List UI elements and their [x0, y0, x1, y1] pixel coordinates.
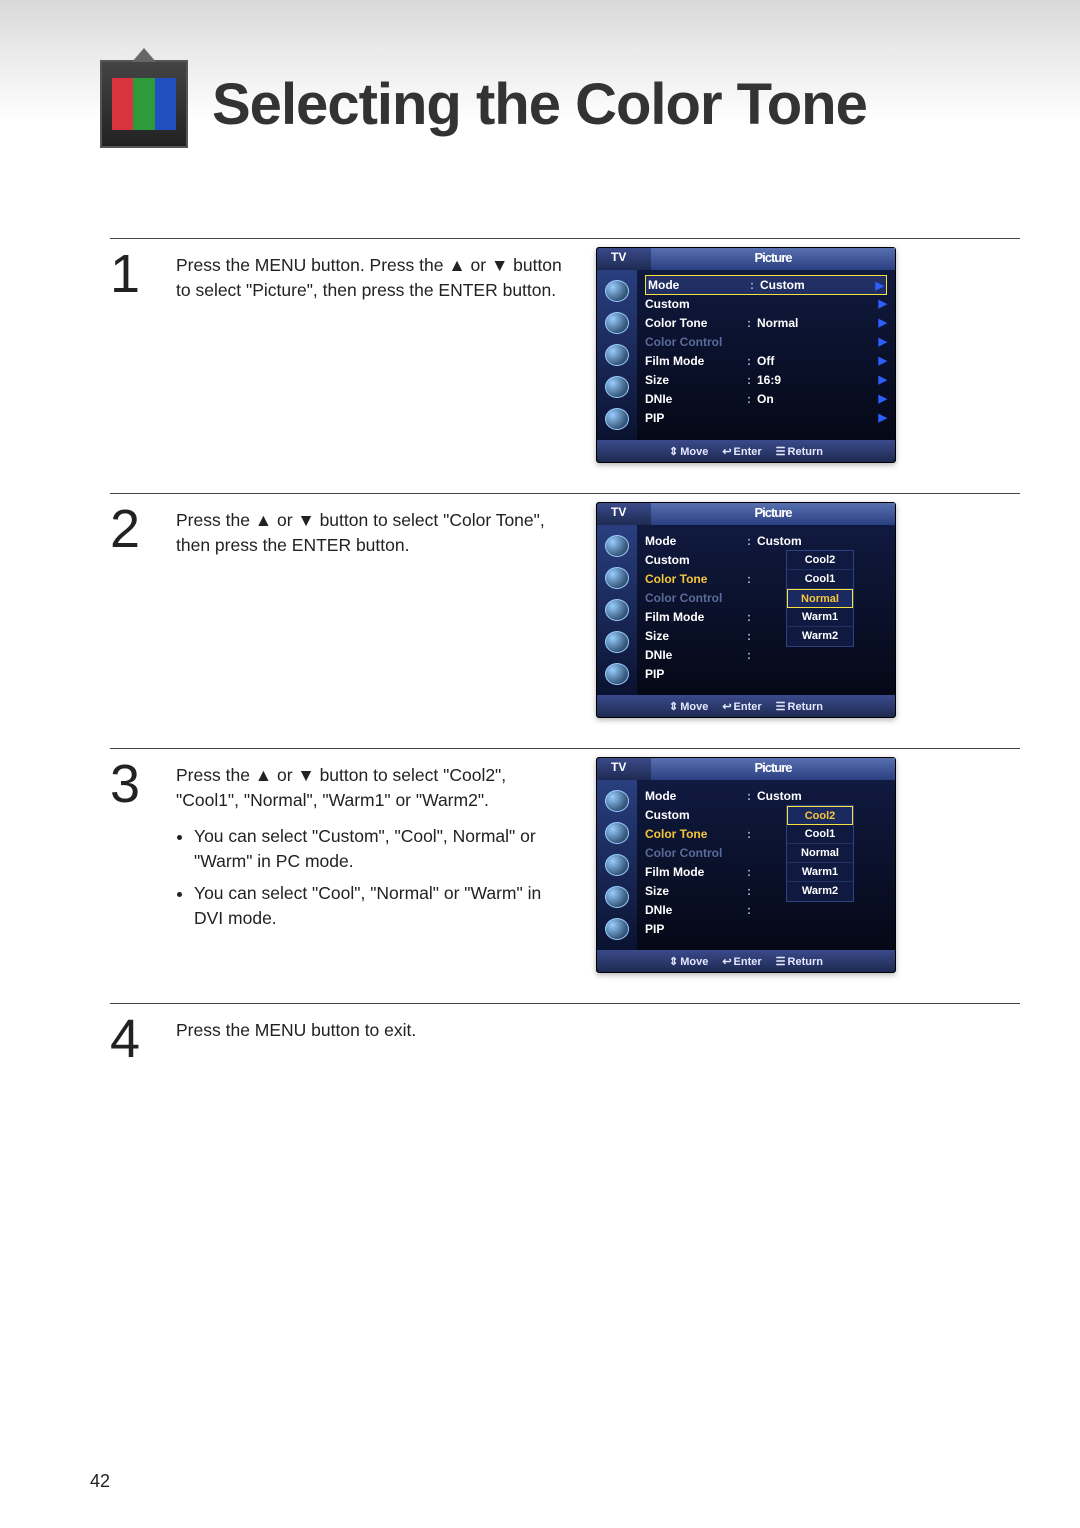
step-3: 3 Press the ▲ or ▼ button to select "Coo… [110, 748, 1020, 973]
step-number: 4 [110, 1012, 146, 1066]
osd-sidebar [597, 270, 637, 440]
osd2-dropdown: Cool2 Cool1 Normal Warm1 Warm2 [786, 550, 854, 647]
step-number: 1 [110, 247, 146, 301]
step-4: 4 Press the MENU button to exit. [110, 1003, 1020, 1066]
step-1: 1 Press the MENU button. Press the ▲ or … [110, 238, 1020, 463]
step-number: 3 [110, 757, 146, 811]
step-text: Press the ▲ or ▼ button to select "Color… [176, 502, 566, 559]
osd-footer: ⇕Move ↩Enter ☰Return [597, 440, 895, 462]
osd-screenshot-1: TV Picture Mode:Custom▶ Custom▶ Color To… [596, 247, 896, 463]
step-text: Press the MENU button to exit. [176, 1012, 566, 1043]
step-2: 2 Press the ▲ or ▼ button to select "Col… [110, 493, 1020, 718]
osd3-dropdown: Cool2 Cool1 Normal Warm1 Warm2 [786, 805, 854, 902]
tv-icon [100, 60, 188, 148]
osd-tab-tv: TV [597, 248, 651, 270]
step-number: 2 [110, 502, 146, 556]
page-header: Selecting the Color Tone [100, 60, 1020, 148]
page-title: Selecting the Color Tone [212, 71, 867, 138]
page-number: 42 [90, 1471, 110, 1492]
step-text: Press the ▲ or ▼ button to select "Cool2… [176, 757, 566, 937]
osd-tab-title: Picture [651, 248, 895, 270]
step-text: Press the MENU button. Press the ▲ or ▼ … [176, 247, 566, 304]
osd-menu: Mode:Custom▶ Custom▶ Color Tone:Normal▶ … [637, 270, 895, 440]
